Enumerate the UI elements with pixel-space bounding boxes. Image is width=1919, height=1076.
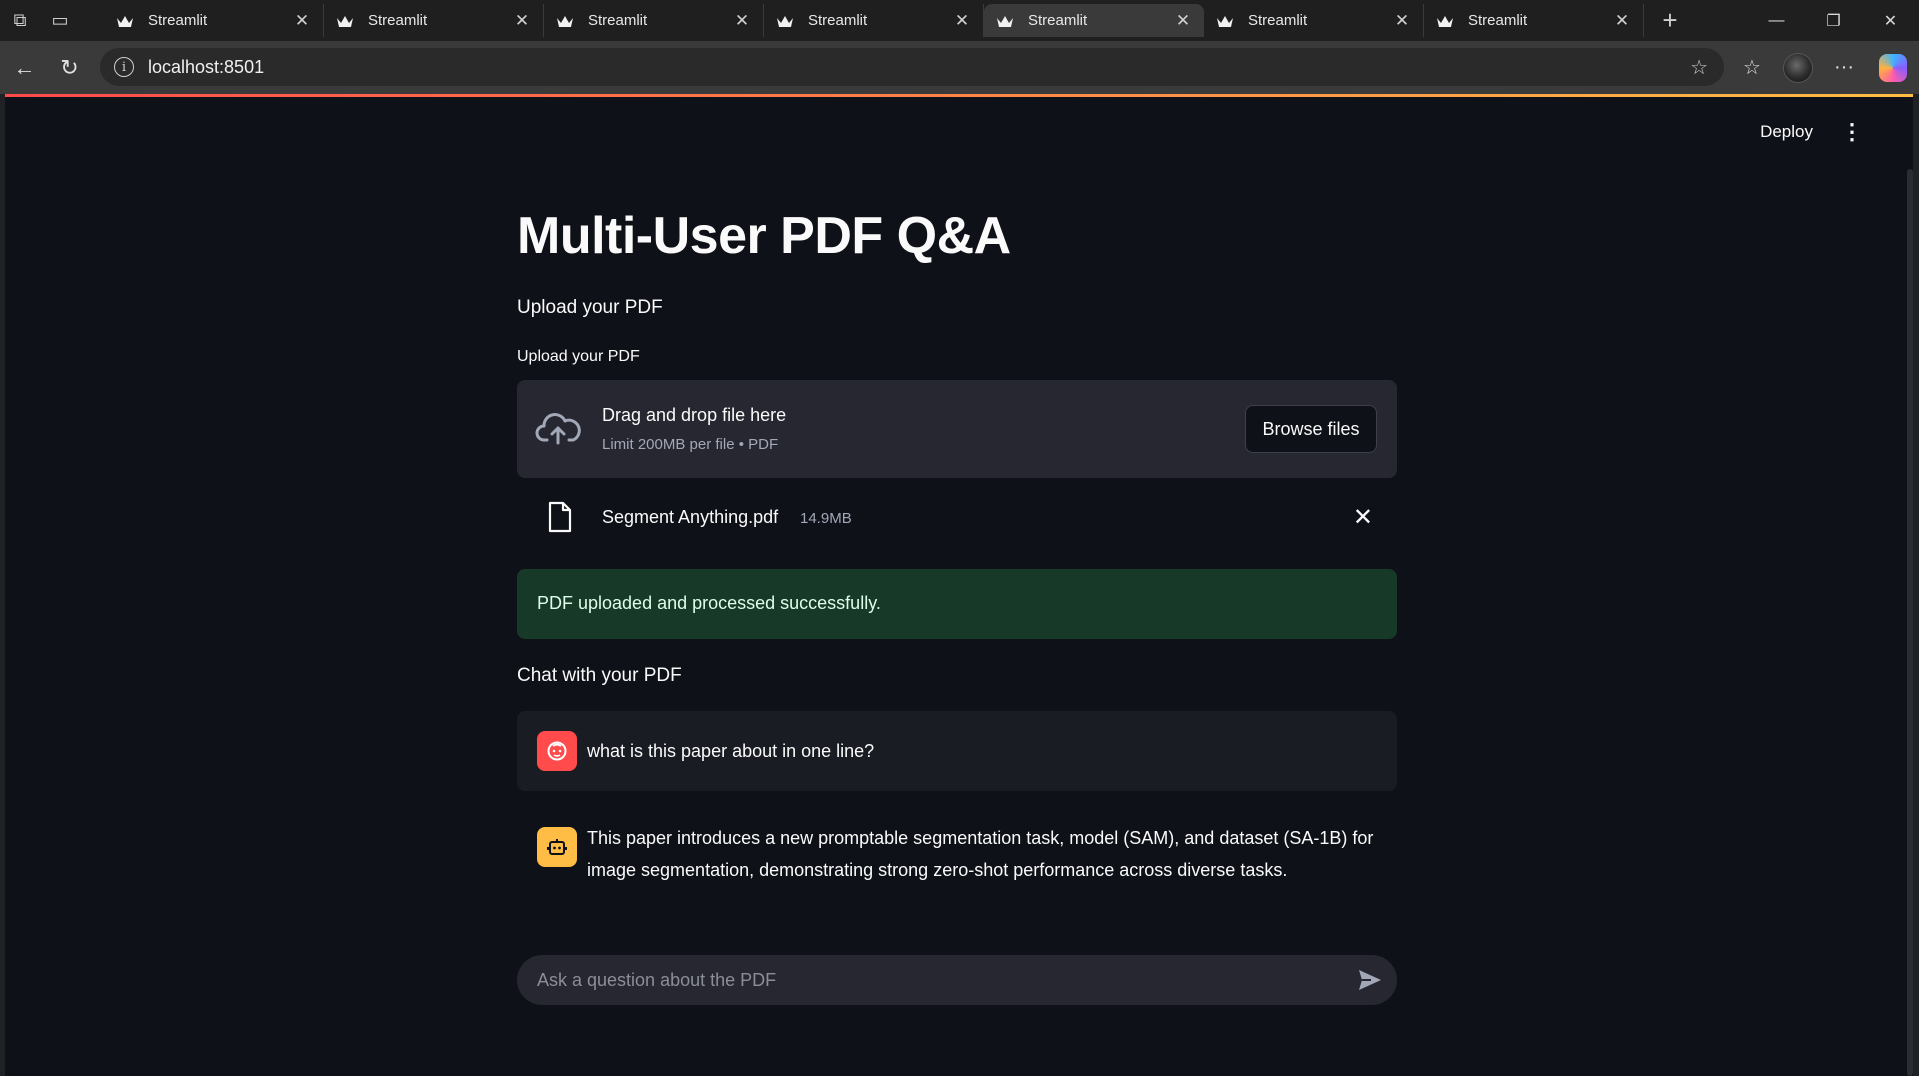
vertical-tabs-icon[interactable]: ▭ [40,0,80,41]
header-decoration [5,94,1913,97]
close-tab-icon[interactable]: ✕ [1393,11,1411,31]
file-icon [548,501,572,533]
browser-tab[interactable]: Streamlit ✕ [764,4,984,37]
close-tab-icon[interactable]: ✕ [513,11,531,31]
upload-subheader: Upload your PDF [517,297,663,318]
streamlit-crown-icon [556,14,574,28]
tab-title: Streamlit [1468,12,1528,29]
tab-title: Streamlit [148,12,208,29]
browser-tab[interactable]: Streamlit ✕ [1424,4,1644,37]
tab-title: Streamlit [588,12,648,29]
file-size: 14.9MB [800,510,852,527]
cloud-upload-icon [535,413,581,445]
success-alert: PDF uploaded and processed successfully. [517,569,1397,639]
site-info-icon[interactable]: i [114,57,134,77]
close-tab-icon[interactable]: ✕ [1174,11,1192,31]
favorite-star-icon[interactable]: ☆ [1690,55,1708,80]
browse-files-button[interactable]: Browse files [1245,405,1377,453]
main-menu-icon[interactable]: ⋮ [1841,121,1863,143]
user-message-text: what is this paper about in one line? [587,741,875,761]
uploaded-file: Segment Anything.pdf 14.9MB ✕ [517,494,1397,540]
streamlit-crown-icon [996,14,1014,28]
close-window-icon[interactable]: ✕ [1862,0,1919,41]
toolbar-right: ☆ ··· [1729,41,1919,94]
chat-input-container [517,955,1397,1005]
uploader-label: Upload your PDF [517,348,640,365]
dropzone-limit: Limit 200MB per file • PDF [602,436,779,453]
chat-subheader: Chat with your PDF [517,665,682,686]
browser-tab[interactable]: Streamlit ✕ [1204,4,1424,37]
tab-title: Streamlit [368,12,428,29]
tab-title: Streamlit [808,12,868,29]
window-controls: — ❐ ✕ [1748,0,1919,41]
copilot-icon[interactable] [1879,53,1907,82]
page-scrollbar[interactable] [1907,169,1913,1076]
file-name: Segment Anything.pdf [602,507,779,527]
send-icon[interactable] [1357,968,1383,992]
file-dropzone[interactable]: Drag and drop file here Limit 200MB per … [517,380,1397,478]
browser-tab[interactable]: Streamlit ✕ [544,4,764,37]
remove-file-icon[interactable]: ✕ [1353,503,1373,532]
minimize-icon[interactable]: — [1748,0,1805,41]
page-title: Multi-User PDF Q&A [517,207,1011,265]
chat-message-user: what is this paper about in one line? [517,711,1397,791]
app-header-actions: Deploy ⋮ [1760,121,1863,143]
page-viewport: Deploy ⋮ Multi-User PDF Q&A Upload your … [5,94,1913,1076]
dropzone-title: Drag and drop file here [602,405,787,425]
tab-title: Streamlit [1248,12,1308,29]
streamlit-crown-icon [1436,14,1454,28]
streamlit-crown-icon [776,14,794,28]
tab-strip: ⧉ ▭ Streamlit ✕ Streamlit ✕ Streamlit ✕ … [0,0,1919,41]
chat-input[interactable] [537,955,1337,1005]
reload-icon[interactable]: ↻ [47,48,92,88]
streamlit-crown-icon [1216,14,1234,28]
close-tab-icon[interactable]: ✕ [953,11,971,31]
close-tab-icon[interactable]: ✕ [293,11,311,31]
restore-icon[interactable]: ❐ [1805,0,1862,41]
tab-title: Streamlit [1028,12,1088,29]
profile-avatar[interactable] [1783,52,1813,83]
browser-window: ⧉ ▭ Streamlit ✕ Streamlit ✕ Streamlit ✕ … [0,0,1919,1076]
address-bar[interactable]: i localhost:8501 ☆ [100,48,1724,86]
user-avatar-icon [537,731,577,771]
new-tab-button[interactable]: + [1648,4,1692,37]
browser-tab[interactable]: Streamlit ✕ [324,4,544,37]
close-tab-icon[interactable]: ✕ [733,11,751,31]
favorites-icon[interactable]: ☆ [1729,48,1775,88]
assistant-avatar-icon [537,827,577,867]
deploy-button[interactable]: Deploy [1760,122,1813,142]
url-text: localhost:8501 [148,56,265,77]
more-menu-icon[interactable]: ··· [1821,48,1867,88]
assistant-message-text: This paper introduces a new promptable s… [587,828,1374,880]
workspaces-icon[interactable]: ⧉ [0,0,40,41]
browser-toolbar: ← ↻ i localhost:8501 ☆ ☆ ··· [0,41,1919,94]
chat-message-assistant: This paper introduces a new promptable s… [517,807,1397,897]
browser-tab[interactable]: Streamlit ✕ [104,4,324,37]
close-tab-icon[interactable]: ✕ [1613,11,1631,31]
browser-tab-active[interactable]: Streamlit ✕ [984,4,1204,37]
tab-list: Streamlit ✕ Streamlit ✕ Streamlit ✕ Stre… [104,0,1692,41]
streamlit-crown-icon [116,14,134,28]
back-arrow-icon[interactable]: ← [2,48,47,88]
streamlit-crown-icon [336,14,354,28]
